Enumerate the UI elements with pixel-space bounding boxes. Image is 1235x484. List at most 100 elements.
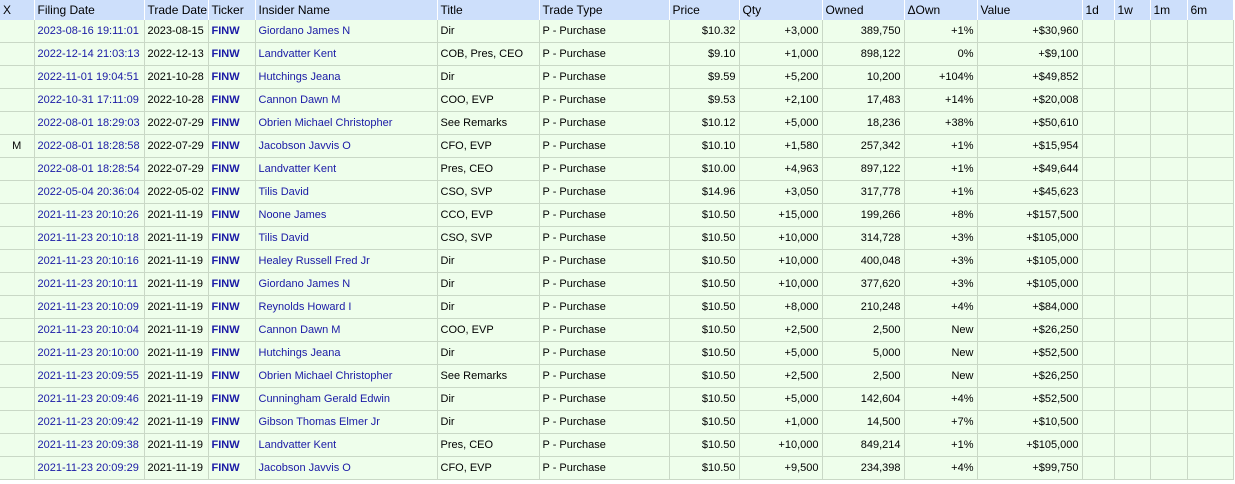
col-header-trade-date[interactable]: Trade Date	[144, 0, 209, 20]
col-header-ticker[interactable]: Ticker	[208, 0, 256, 20]
insider-name-link[interactable]: Hutchings Jeana	[259, 71, 341, 83]
col-header-1w[interactable]: 1w	[1114, 0, 1151, 20]
filing-date-link[interactable]: 2021-11-23 20:10:00	[38, 347, 139, 359]
filing-date-link[interactable]: 2022-05-04 20:36:04	[38, 186, 140, 198]
cell-6m	[1187, 203, 1234, 227]
cell-title: Dir	[437, 249, 540, 273]
filing-date-link[interactable]: 2022-08-01 18:28:58	[38, 140, 140, 152]
ticker-link[interactable]: FINW	[212, 48, 240, 60]
insider-name-link[interactable]: Cannon Dawn M	[259, 94, 341, 106]
insider-name-link[interactable]: Tilis David	[259, 186, 309, 198]
filing-date-link[interactable]: 2022-11-01 19:04:51	[38, 71, 139, 83]
insider-name-link[interactable]: Gibson Thomas Elmer Jr	[259, 416, 380, 428]
filing-date-link[interactable]: 2023-08-16 19:11:01	[38, 25, 139, 37]
col-header-own-change[interactable]: ΔOwn	[904, 0, 978, 20]
filing-date-link[interactable]: 2021-11-23 20:09:29	[38, 462, 139, 474]
table-row: 2021-11-23 20:09:38 2021-11-19 FINW Land…	[0, 433, 1234, 457]
insider-name-link[interactable]: Tilis David	[259, 232, 309, 244]
ticker-link[interactable]: FINW	[212, 462, 240, 474]
col-header-6m[interactable]: 6m	[1187, 0, 1234, 20]
insider-name-link[interactable]: Obrien Michael Christopher	[259, 370, 393, 382]
trade-date: 2022-07-29	[147, 163, 204, 175]
cell-price: $9.53	[669, 88, 740, 112]
ticker-link[interactable]: FINW	[212, 416, 240, 428]
ticker-link[interactable]: FINW	[212, 370, 240, 382]
cell-1w	[1114, 433, 1151, 457]
col-header-owned[interactable]: Owned	[822, 0, 905, 20]
table-row: 2022-10-31 17:11:09 2022-10-28 FINW Cann…	[0, 88, 1234, 112]
filing-date-link[interactable]: 2021-11-23 20:09:55	[38, 370, 139, 382]
filing-date-link[interactable]: 2021-11-23 20:10:26	[38, 209, 139, 221]
insider-name-link[interactable]: Noone James	[259, 209, 327, 221]
col-header-insider-name[interactable]: Insider Name	[255, 0, 438, 20]
trade-type: P - Purchase	[542, 186, 606, 198]
insider-name-link[interactable]: Jacobson Javvis O	[259, 462, 351, 474]
ticker-link[interactable]: FINW	[212, 278, 240, 290]
insider-name-link[interactable]: Reynolds Howard I	[259, 301, 352, 313]
col-header-price[interactable]: Price	[669, 0, 740, 20]
filing-date-link[interactable]: 2022-08-01 18:29:03	[38, 117, 140, 129]
insider-title: Dir	[440, 25, 455, 37]
cell-1d	[1082, 387, 1115, 411]
insider-name-link[interactable]: Landvatter Kent	[259, 48, 337, 60]
filing-date-link[interactable]: 2022-12-14 21:03:13	[38, 48, 140, 60]
col-header-x[interactable]: X	[0, 0, 35, 20]
filing-date-link[interactable]: 2021-11-23 20:10:09	[38, 301, 139, 313]
insider-name-link[interactable]: Cunningham Gerald Edwin	[259, 393, 390, 405]
filing-date-link[interactable]: 2021-11-23 20:10:04	[38, 324, 139, 336]
col-header-filing-date[interactable]: Filing Date	[34, 0, 145, 20]
col-header-trade-type[interactable]: Trade Type	[539, 0, 670, 20]
ticker-link[interactable]: FINW	[212, 140, 240, 152]
filing-date-link[interactable]: 2021-11-23 20:09:46	[38, 393, 139, 405]
insider-name-link[interactable]: Cannon Dawn M	[259, 324, 341, 336]
filing-date-link[interactable]: 2021-11-23 20:10:16	[38, 255, 139, 267]
ticker-link[interactable]: FINW	[212, 439, 240, 451]
ticker-link[interactable]: FINW	[212, 324, 240, 336]
col-header-1d[interactable]: 1d	[1082, 0, 1115, 20]
insider-name-link[interactable]: Landvatter Kent	[259, 439, 337, 451]
cell-own-change: +8%	[904, 203, 978, 227]
price: $10.32	[701, 25, 736, 37]
cell-insider-name: Healey Russell Fred Jr	[255, 249, 438, 273]
ticker-link[interactable]: FINW	[212, 393, 240, 405]
cell-owned: 5,000	[822, 341, 905, 365]
trade-date: 2023-08-15	[147, 25, 204, 37]
col-header-title[interactable]: Title	[437, 0, 540, 20]
cell-own-change: New	[904, 364, 978, 388]
cell-price: $10.50	[669, 410, 740, 434]
ticker-link[interactable]: FINW	[212, 71, 240, 83]
ticker-link[interactable]: FINW	[212, 301, 240, 313]
col-header-value[interactable]: Value	[977, 0, 1083, 20]
insider-name-link[interactable]: Obrien Michael Christopher	[259, 117, 393, 129]
filing-date-link[interactable]: 2021-11-23 20:09:42	[38, 416, 139, 428]
insider-name-link[interactable]: Hutchings Jeana	[259, 347, 341, 359]
col-header-qty[interactable]: Qty	[739, 0, 823, 20]
filing-date-link[interactable]: 2021-11-23 20:10:18	[38, 232, 139, 244]
filing-date-link[interactable]: 2022-08-01 18:28:54	[38, 163, 140, 175]
cell-own-change: +14%	[904, 88, 978, 112]
insider-name-link[interactable]: Landvatter Kent	[259, 163, 337, 175]
ticker-link[interactable]: FINW	[212, 255, 240, 267]
filing-date-link[interactable]: 2021-11-23 20:10:11	[38, 278, 139, 290]
filing-date-link[interactable]: 2021-11-23 20:09:38	[38, 439, 139, 451]
ticker-link[interactable]: FINW	[212, 25, 240, 37]
ticker-link[interactable]: FINW	[212, 347, 240, 359]
ticker-link[interactable]: FINW	[212, 117, 240, 129]
insider-name-link[interactable]: Jacobson Javvis O	[259, 140, 351, 152]
ticker-link[interactable]: FINW	[212, 163, 240, 175]
ticker-link[interactable]: FINW	[212, 209, 240, 221]
ticker-link[interactable]: FINW	[212, 94, 240, 106]
col-header-1m[interactable]: 1m	[1150, 0, 1188, 20]
insider-name-link[interactable]: Healey Russell Fred Jr	[259, 255, 370, 267]
ticker-link[interactable]: FINW	[212, 186, 240, 198]
filing-date-link[interactable]: 2022-10-31 17:11:09	[38, 94, 139, 106]
insider-name-link[interactable]: Giordano James N	[259, 25, 351, 37]
table-row: 2021-11-23 20:10:11 2021-11-19 FINW Gior…	[0, 272, 1234, 296]
cell-ticker: FINW	[208, 456, 256, 480]
insider-name-link[interactable]: Giordano James N	[259, 278, 351, 290]
ticker-link[interactable]: FINW	[212, 232, 240, 244]
cell-filing-date: 2022-05-04 20:36:04	[34, 180, 145, 204]
cell-value: +$26,250	[977, 318, 1083, 342]
cell-trade-date: 2021-11-19	[144, 226, 209, 250]
insider-title: Dir	[440, 416, 455, 428]
